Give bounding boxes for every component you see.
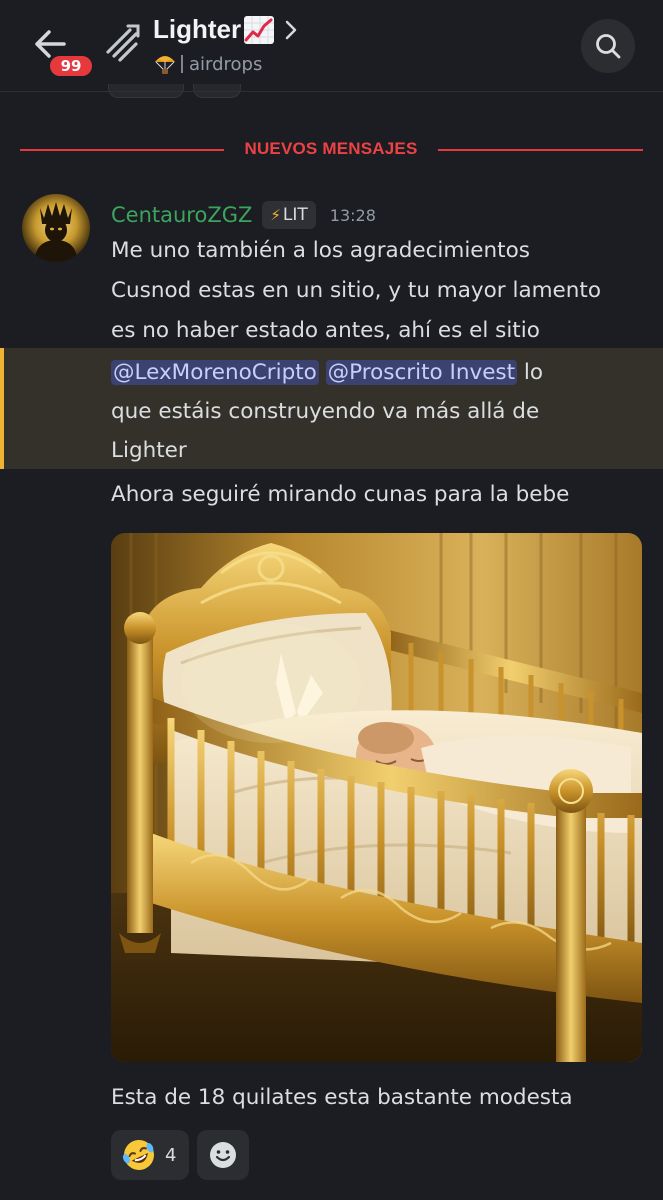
search-button[interactable]	[581, 19, 635, 73]
channel-title-button[interactable]: Lighter	[153, 14, 299, 45]
unread-badge: 99	[47, 53, 95, 79]
role-tag-label: LIT	[282, 205, 308, 225]
author-name[interactable]: CentauroZGZ	[111, 203, 252, 227]
channel-subtitle: airdrops	[153, 52, 262, 76]
user-mention[interactable]: @Proscrito Invest	[325, 360, 518, 385]
header-divider	[0, 91, 663, 92]
message-caption: Esta de 18 quilates esta bastante modest…	[111, 1085, 573, 1110]
smiley-icon	[210, 1142, 236, 1168]
message-timestamp: 13:28	[329, 205, 376, 225]
golden-crib-image	[111, 533, 642, 1062]
channel-header: 99 Lighter airdrops	[0, 0, 663, 98]
role-tag[interactable]: ⚡ LIT	[262, 201, 316, 229]
forum-channel-icon	[104, 22, 140, 62]
image-attachment[interactable]	[111, 533, 642, 1062]
subtitle-separator	[181, 55, 183, 73]
message-line: Lighter	[111, 438, 187, 463]
lightning-icon: ⚡	[270, 206, 281, 224]
message-line: es no haber estado antes, ahí es el siti…	[111, 318, 540, 343]
add-reaction-button[interactable]	[197, 1130, 249, 1180]
message-header: CentauroZGZ ⚡ LIT 13:28	[111, 199, 376, 231]
message-line: @LexMorenoCripto @Proscrito Invest lo	[111, 353, 543, 392]
channel-category: airdrops	[189, 53, 263, 75]
avatar[interactable]	[22, 194, 90, 262]
new-messages-divider: NUEVOS MENSAJES	[20, 137, 643, 163]
search-icon	[596, 34, 621, 59]
message-fragment: lo	[517, 360, 544, 385]
divider-line-right	[438, 149, 643, 151]
message-line: Ahora seguiré mirando cunas para la bebe	[111, 482, 570, 507]
reaction-count: 4	[165, 1144, 177, 1166]
user-mention[interactable]: @LexMorenoCripto	[111, 360, 319, 385]
mention-highlight-bar	[0, 348, 4, 469]
message-line: Me uno también a los agradecimientos	[111, 238, 530, 263]
chart-increasing-icon	[243, 15, 275, 45]
new-messages-label: NUEVOS MENSAJES	[244, 139, 418, 158]
message-line: Cusnod estas en un sitio, y tu mayor lam…	[111, 278, 601, 303]
rolling-on-floor-laughing-icon	[122, 1140, 154, 1170]
channel-title: Lighter	[153, 14, 242, 44]
message-line: que estáis construyendo va más allá de	[111, 399, 540, 424]
divider-line-left	[20, 149, 224, 151]
chevron-right-icon	[283, 19, 299, 41]
parachute-icon	[153, 53, 177, 75]
reaction-chip[interactable]: 4	[111, 1130, 189, 1180]
